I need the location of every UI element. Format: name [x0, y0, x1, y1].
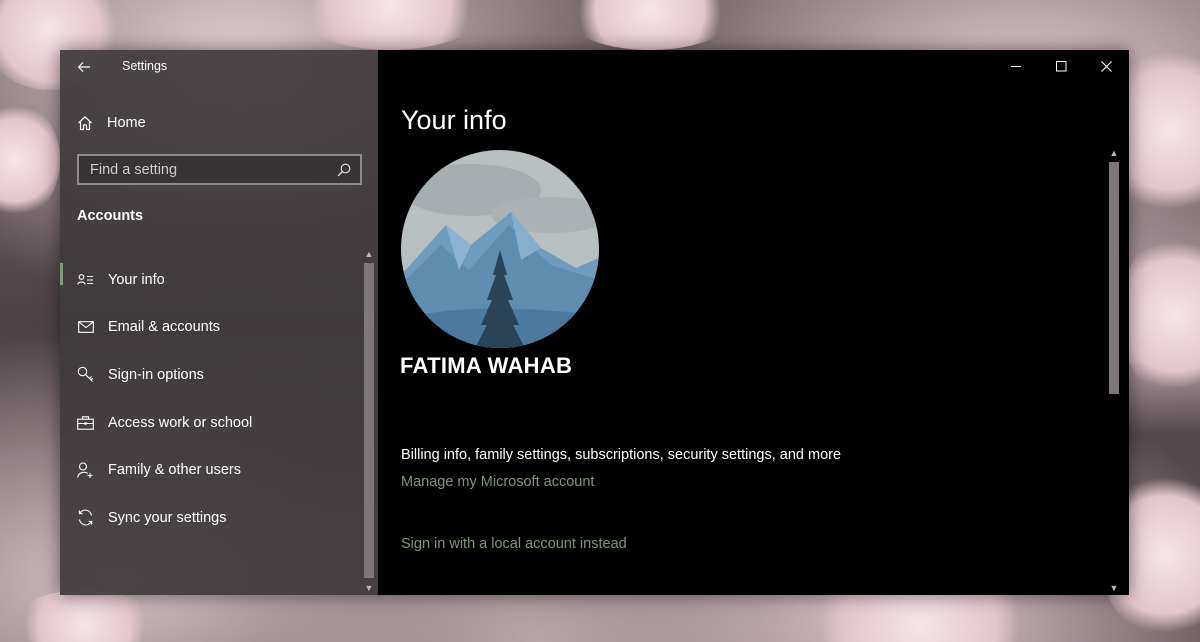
nav-item-sync-settings[interactable]: Sync your settings	[60, 494, 362, 542]
accounts-nav: Your info Email & accounts Sign-in optio…	[60, 256, 362, 542]
nav-item-email-accounts[interactable]: Email & accounts	[60, 304, 362, 352]
mountain-avatar-image	[401, 150, 599, 348]
nav-item-label: Sync your settings	[108, 509, 227, 526]
scroll-down-icon[interactable]: ▼	[1107, 581, 1121, 595]
nav-item-access-work-school[interactable]: Access work or school	[60, 399, 362, 447]
scrollbar-thumb[interactable]	[364, 263, 374, 578]
sidebar: Settings Home Accounts Your info	[60, 50, 378, 595]
search-input[interactable]	[90, 161, 336, 178]
sync-icon	[77, 509, 94, 526]
scroll-down-icon[interactable]: ▼	[362, 581, 376, 595]
close-button[interactable]	[1084, 50, 1129, 82]
nav-item-label: Access work or school	[108, 414, 253, 431]
maximize-button[interactable]	[1039, 50, 1084, 82]
nav-item-family-other-users[interactable]: Family & other users	[60, 446, 362, 494]
briefcase-icon	[77, 414, 94, 431]
home-label: Home	[107, 115, 146, 131]
nav-item-sign-in-options[interactable]: Sign-in options	[60, 351, 362, 399]
sidebar-scrollbar[interactable]: ▲ ▼	[362, 247, 376, 595]
scroll-up-icon[interactable]: ▲	[362, 247, 376, 261]
back-arrow-icon	[77, 62, 90, 72]
nav-item-label: Sign-in options	[108, 366, 204, 383]
user-name: FATIMA WAHAB	[400, 353, 573, 378]
nav-item-label: Family & other users	[108, 462, 241, 479]
search-box[interactable]	[77, 154, 362, 185]
app-title: Settings	[122, 59, 168, 73]
main-content: Your info FATIMA WAHAB Billing info, fam…	[378, 50, 1129, 595]
scrollbar-thumb[interactable]	[1109, 162, 1119, 394]
home-icon	[78, 116, 92, 131]
scroll-up-icon[interactable]: ▲	[1107, 146, 1121, 160]
person-add-icon	[77, 462, 94, 479]
user-avatar[interactable]	[401, 150, 599, 348]
page-title: Your info	[401, 105, 507, 135]
person-card-icon	[77, 271, 94, 288]
back-button[interactable]	[74, 57, 94, 77]
section-title: Accounts	[77, 208, 144, 224]
key-icon	[77, 366, 94, 383]
window-controls	[994, 50, 1129, 82]
sign-in-local-account-link[interactable]: Sign in with a local account instead	[401, 536, 627, 552]
maximize-icon	[1056, 60, 1067, 71]
settings-window: Settings Home Accounts Your info	[60, 50, 1129, 595]
close-icon	[1101, 60, 1112, 72]
manage-microsoft-account-link[interactable]: Manage my Microsoft account	[401, 474, 594, 490]
minimize-icon	[1011, 65, 1021, 67]
nav-item-label: Your info	[108, 271, 165, 288]
main-scrollbar[interactable]: ▲ ▼	[1107, 146, 1121, 595]
nav-item-label: Email & accounts	[108, 319, 221, 336]
nav-item-your-info[interactable]: Your info	[60, 256, 362, 304]
home-nav-item[interactable]: Home	[76, 112, 146, 134]
minimize-button[interactable]	[994, 50, 1039, 82]
search-icon[interactable]	[336, 162, 352, 178]
mail-icon	[77, 319, 94, 336]
billing-description: Billing info, family settings, subscript…	[401, 447, 842, 463]
title-bar-left: Settings	[60, 50, 378, 84]
